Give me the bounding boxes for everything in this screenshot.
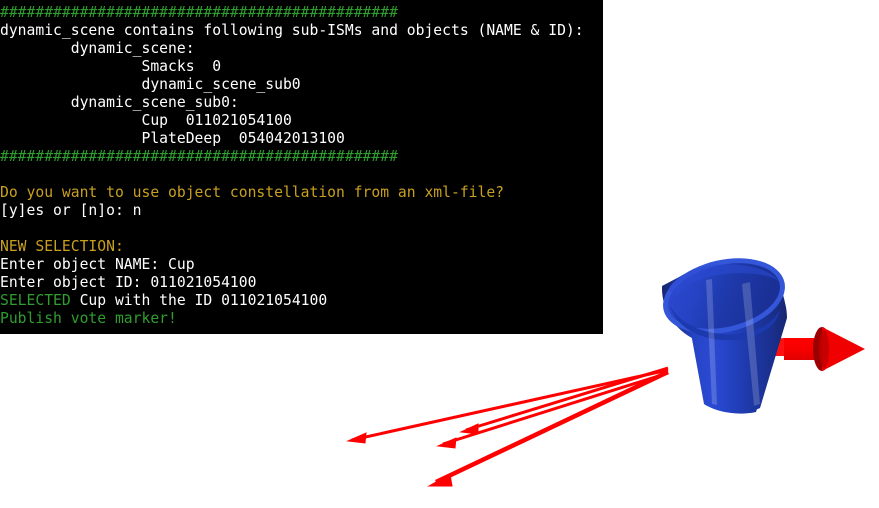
selected-detail: Cup with the ID 011021054100	[70, 292, 328, 309]
terminal-line-selected: SELECTED Cup with the ID 011021054100	[0, 292, 327, 310]
cup-rim	[663, 258, 785, 334]
terminal-line-question: Do you want to use object constellation …	[0, 184, 505, 201]
cup-interior	[668, 263, 780, 329]
cup-object-3d[interactable]	[655, 247, 792, 414]
terminal-line-new-selection: NEW SELECTION:	[0, 238, 124, 255]
selected-keyword: SELECTED	[0, 292, 71, 309]
terminal-line-rule-bottom: ########################################…	[0, 148, 398, 165]
vote-ray-3	[436, 371, 669, 449]
vote-ray-1	[346, 368, 669, 444]
terminal-line-enter-name[interactable]: Enter object NAME: Cup	[0, 256, 195, 274]
vote-ray-2	[459, 366, 669, 435]
terminal-line-rule-top: ########################################…	[0, 4, 398, 21]
terminal-line-prompt-yn[interactable]: [y]es or [n]o: n	[0, 202, 141, 220]
terminal-line-scene-label: dynamic_scene:	[0, 40, 195, 57]
terminal-line-header: dynamic_scene contains following sub-ISM…	[0, 22, 584, 39]
pose-arrow[interactable]	[784, 327, 865, 371]
terminal-line-enter-id[interactable]: Enter object ID: 011021054100	[0, 274, 256, 292]
terminal-line-sub0-entry: dynamic_scene_sub0	[0, 76, 301, 93]
arrow-head-base	[813, 327, 831, 371]
application-window: ########################################…	[0, 0, 879, 508]
terminal-line-smacks-entry: Smacks 0	[0, 58, 222, 75]
terminal-console[interactable]: ########################################…	[0, 0, 603, 334]
3d-object-viewport[interactable]	[346, 0, 879, 508]
terminal-line-platedeep-entry: PlateDeep 054042013100	[0, 130, 345, 147]
vote-ray-4	[427, 369, 669, 487]
terminal-line-cup-entry: Cup 011021054100	[0, 112, 292, 129]
terminal-line-sub0-label: dynamic_scene_sub0:	[0, 94, 239, 111]
arrow-head-cone	[822, 327, 865, 371]
cup-specular-highlights	[706, 279, 760, 406]
terminal-line-publish: Publish vote marker!	[0, 310, 177, 327]
pose-arrow-rear-segment	[698, 338, 786, 356]
vote-marker-rays[interactable]	[346, 366, 669, 487]
